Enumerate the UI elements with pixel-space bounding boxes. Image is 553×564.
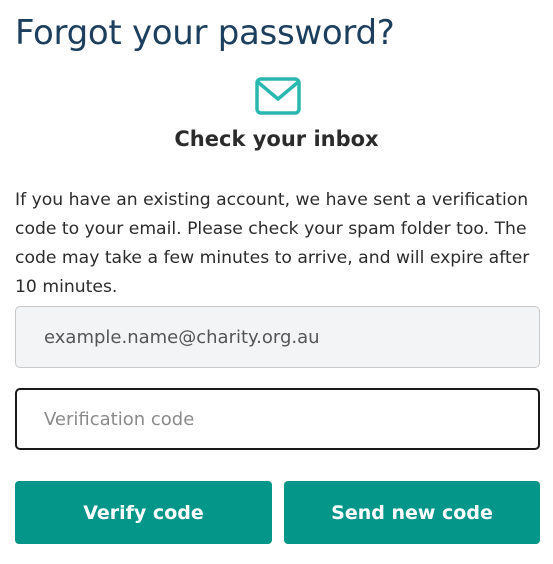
verify-code-button[interactable]: Verify code — [15, 481, 272, 544]
send-new-code-button[interactable]: Send new code — [284, 481, 540, 544]
envelope-icon — [255, 77, 301, 117]
page-title: Forgot your password? — [15, 13, 395, 53]
verification-message: If you have an existing account, we have… — [15, 190, 530, 297]
check-inbox-heading: Check your inbox — [174, 127, 379, 151]
email-field[interactable] — [15, 306, 540, 368]
verification-code-input[interactable] — [15, 388, 540, 450]
